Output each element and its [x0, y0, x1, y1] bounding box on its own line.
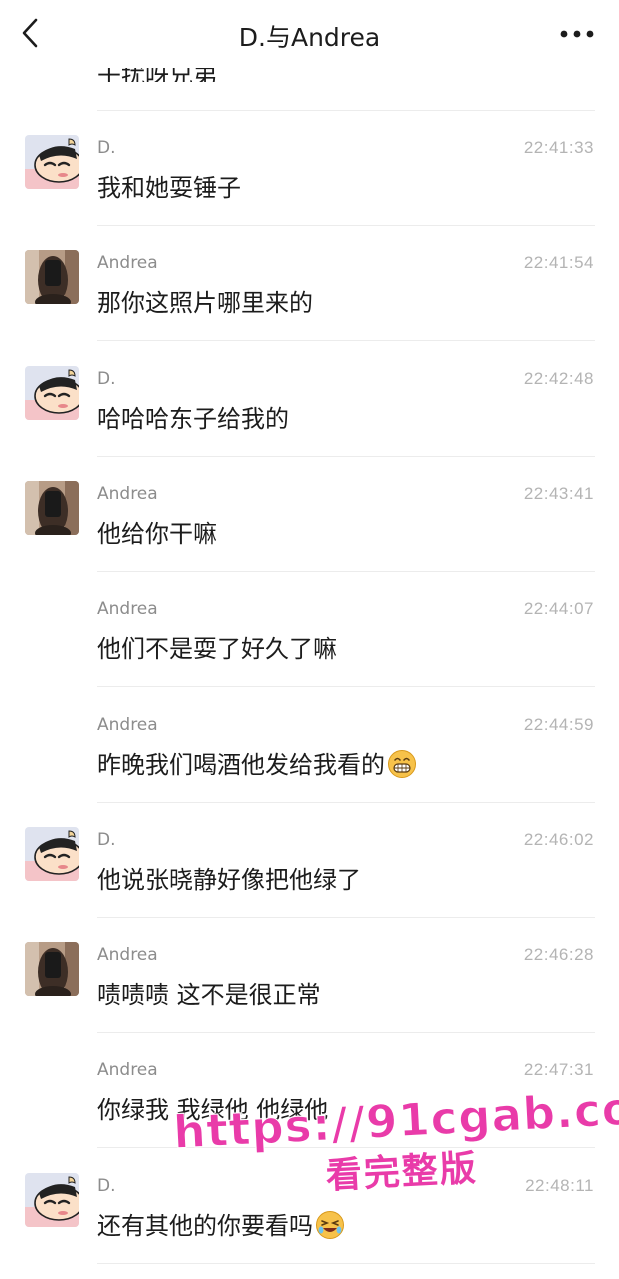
message-item[interactable]: Andrea 22:46:28 啧啧啧 这不是很正常: [0, 918, 619, 1034]
message-item[interactable]: D. 22:46:02 他说张晓静好像把他绿了: [0, 803, 619, 918]
message-body: 哈哈哈东子给我的: [97, 404, 289, 433]
d-avatar[interactable]: [25, 1172, 79, 1227]
andrea-avatar[interactable]: [25, 250, 79, 305]
message-text: 他给你干嘛: [97, 514, 217, 549]
message-text: 你绿我 我绿他 他绿他: [97, 1090, 328, 1125]
sender-name: D.: [97, 829, 116, 850]
message-body: 还有其他的你要看吗: [97, 1211, 313, 1240]
message-body: 他说张晓静好像把他绿了: [97, 865, 361, 894]
top-bar: D.与Andrea: [0, 0, 619, 68]
sender-name: Andrea: [97, 945, 158, 966]
sender-name: Andrea: [97, 1060, 158, 1081]
message-timestamp: 22:41:54: [523, 253, 594, 273]
message-item[interactable]: Andrea 22:41:54 那你这照片哪里来的: [0, 226, 619, 342]
message-text: 他说张晓静好像把他绿了: [97, 860, 361, 895]
sender-name: D.: [97, 1175, 116, 1196]
d-avatar[interactable]: [25, 135, 79, 189]
chat-history-screen: D.与Andrea 干扰呀兄弟 D. 22:41:33 我和她耍锤子 Andrea 22…: [0, 0, 619, 1279]
more-horizontal-icon: [560, 30, 594, 38]
chat-title: D.与Andrea: [238, 23, 381, 52]
message-timestamp: 22:44:59: [523, 714, 594, 734]
message-timestamp: 22:46:02: [523, 829, 594, 849]
sender-name: Andrea: [97, 483, 158, 504]
andrea-avatar[interactable]: [25, 480, 79, 535]
message-body: 他们不是耍了好久了嘛: [97, 635, 337, 664]
sender-name: Andrea: [97, 714, 158, 735]
message-item[interactable]: D. 22:41:33 我和她耍锤子: [0, 111, 619, 226]
sender-name: D.: [97, 138, 116, 158]
grin-emoji: [387, 749, 417, 785]
message-body: 他给你干嘛: [97, 519, 217, 548]
d-avatar[interactable]: [25, 365, 79, 420]
message-body: 那你这照片哪里来的: [97, 289, 313, 318]
message-item[interactable]: Andrea 22:43:41 他给你干嘛: [0, 457, 619, 572]
message-text: 还有其他的你要看吗: [97, 1206, 345, 1246]
message-text: 我和她耍锤子: [97, 168, 241, 203]
message-item[interactable]: Andrea 22:44:59 昨晚我们喝酒他发给我看的: [0, 688, 619, 803]
message-item[interactable]: Andrea 22:47:31 你绿我 我绿他 他绿他: [0, 1033, 619, 1149]
sender-name: D.: [97, 368, 116, 389]
message-timestamp: 22:48:11: [525, 1175, 594, 1195]
message-text: 昨晚我们喝酒他发给我看的: [97, 745, 417, 785]
message-item[interactable]: D. 22:48:11 还有其他的你要看吗: [0, 1149, 619, 1264]
more-button[interactable]: [557, 20, 597, 48]
laugh-emoji: [315, 1210, 345, 1246]
message-body: 昨晚我们喝酒他发给我看的: [97, 750, 385, 779]
message-item[interactable]: D. 22:42:48 哈哈哈东子给我的: [0, 342, 619, 457]
message-text: 哈哈哈东子给我的: [97, 399, 289, 434]
message-timestamp: 22:42:48: [523, 368, 594, 388]
sender-name: Andrea: [97, 253, 158, 274]
message-body: 你绿我 我绿他 他绿他: [97, 1096, 329, 1125]
message-timestamp: 22:44:07: [523, 599, 594, 619]
divider: [97, 1262, 595, 1264]
message-timestamp: 22:41:33: [523, 138, 594, 157]
message-body: 啧啧啧 这不是很正常: [97, 981, 321, 1010]
message-text: 啧啧啧 这不是很正常: [97, 975, 321, 1010]
message-body: 我和她耍锤子: [97, 174, 241, 202]
message-text: 他们不是耍了好久了嘛: [97, 629, 337, 664]
d-avatar[interactable]: [25, 826, 79, 881]
sender-name: Andrea: [97, 599, 158, 620]
andrea-avatar[interactable]: [25, 942, 79, 997]
message-timestamp: 22:43:41: [523, 483, 594, 503]
message-timestamp: 22:47:31: [523, 1060, 594, 1080]
message-timestamp: 22:46:28: [523, 945, 594, 965]
message-text: 那你这照片哪里来的: [97, 283, 313, 318]
message-item[interactable]: Andrea 22:44:07 他们不是耍了好久了嘛: [0, 572, 619, 688]
